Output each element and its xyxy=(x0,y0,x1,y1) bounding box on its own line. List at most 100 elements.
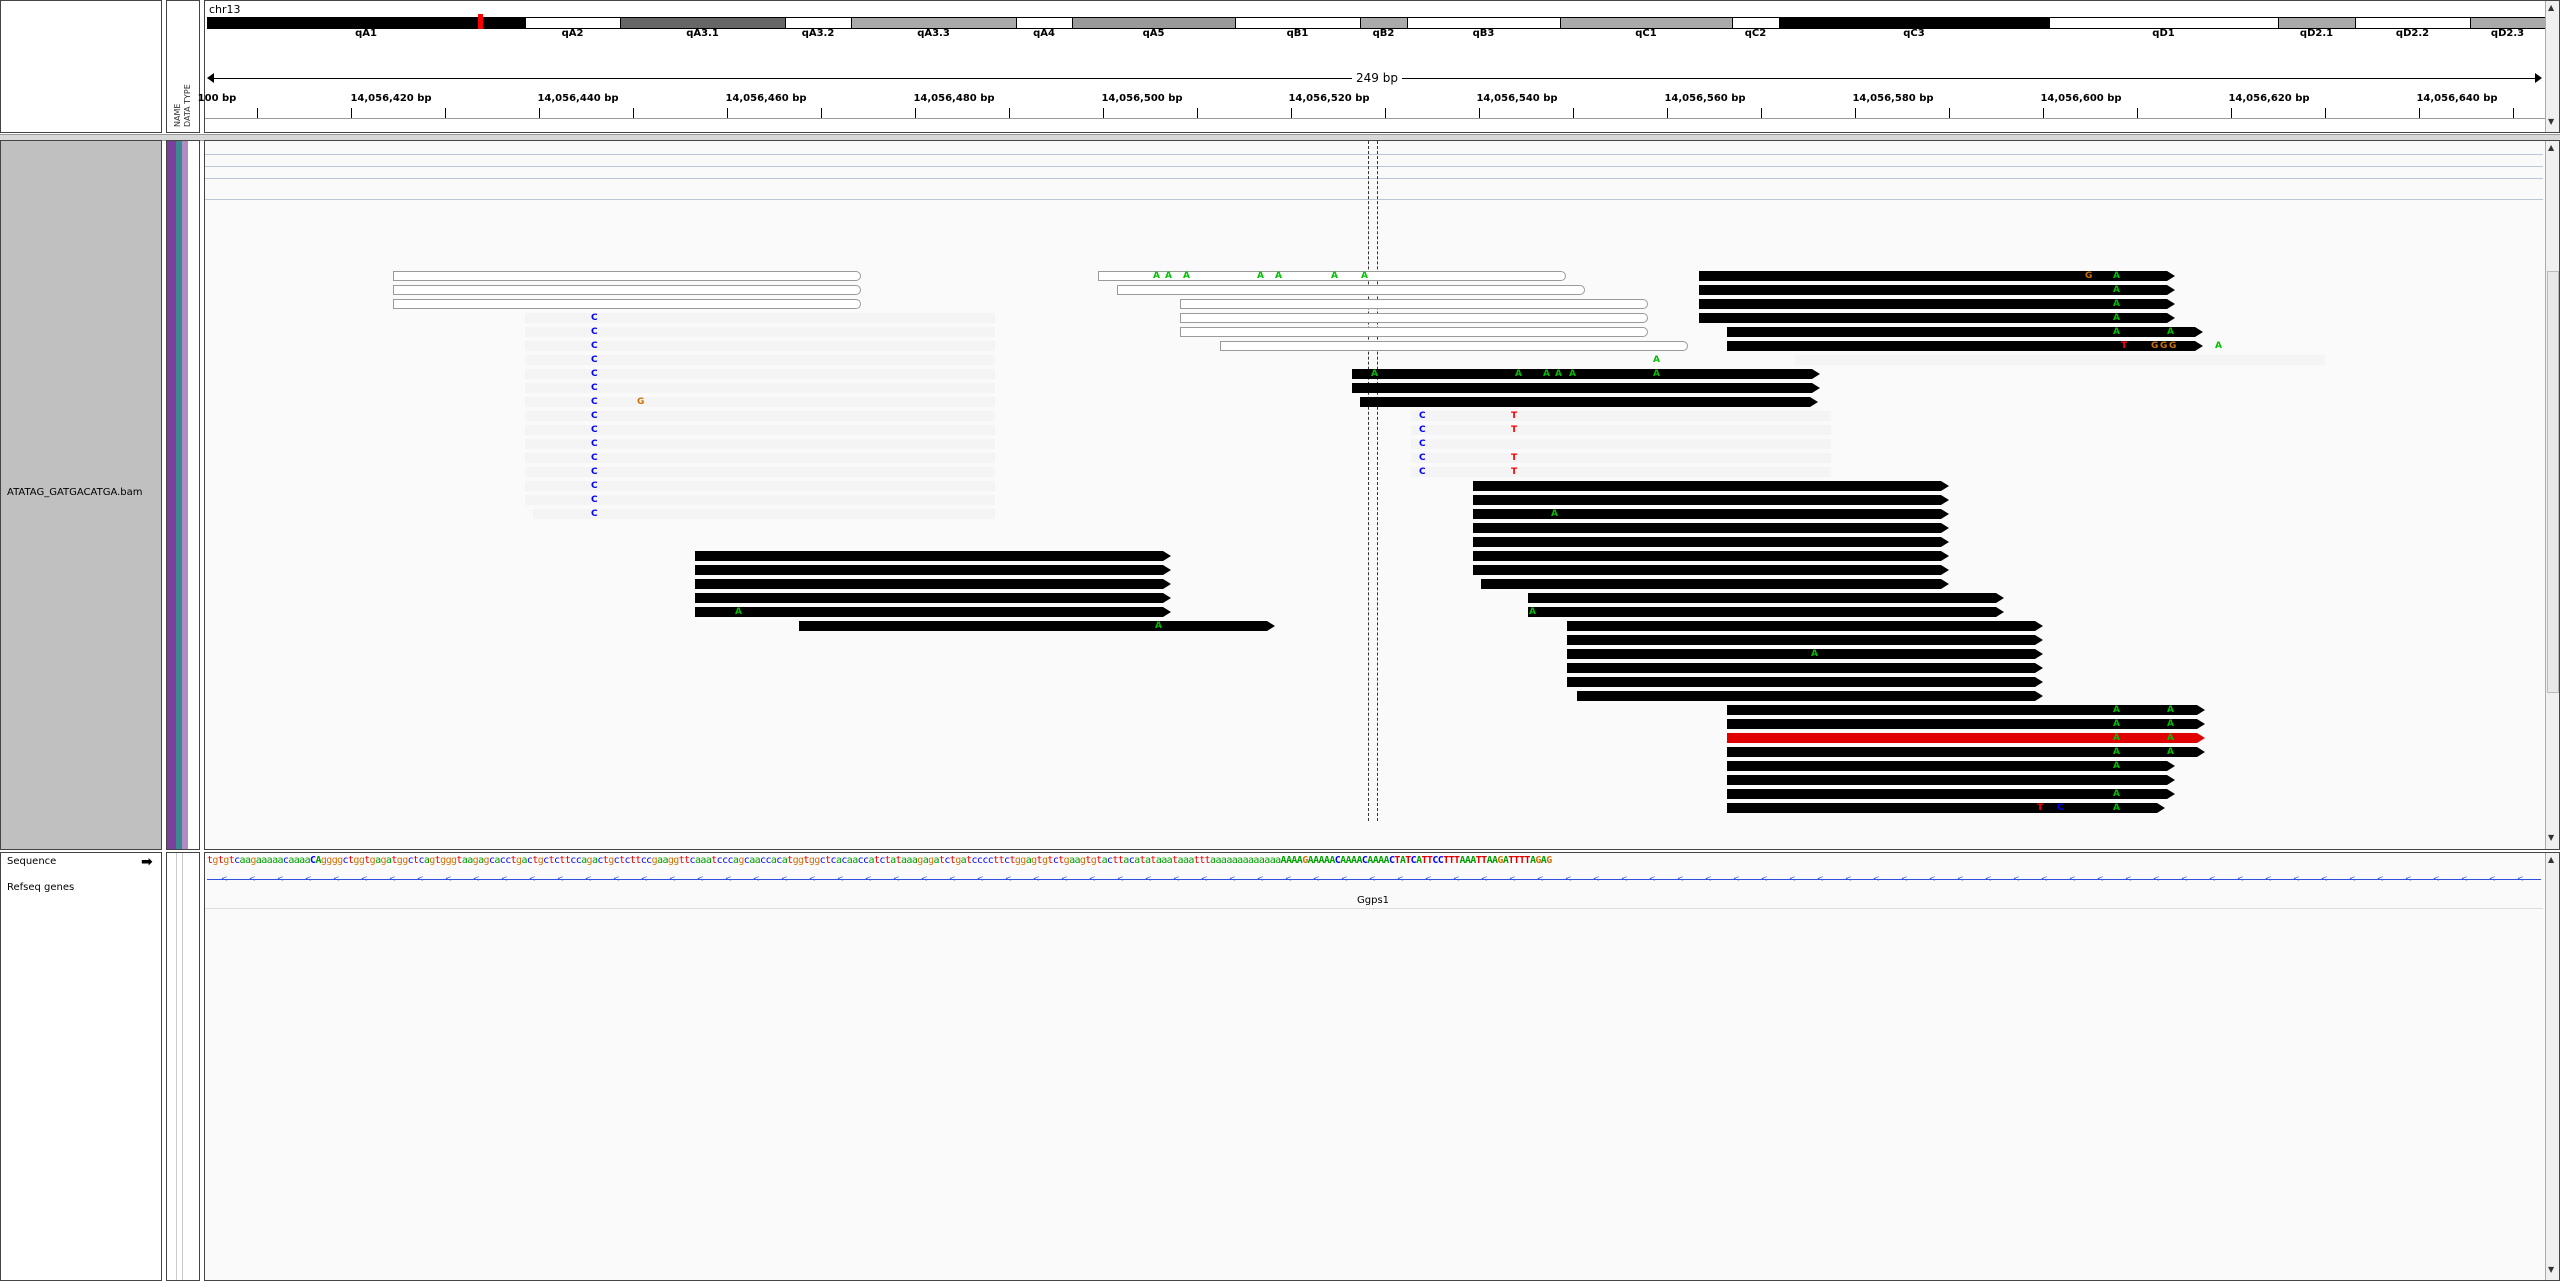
alignment-read[interactable] xyxy=(695,607,1171,617)
attribute-datatype-header[interactable]: DATA TYPE xyxy=(183,84,192,127)
cytoband-qD2.3[interactable] xyxy=(2471,18,2546,28)
gene-strand-arrow: < xyxy=(2461,874,2468,883)
alignment-read[interactable] xyxy=(1577,691,2043,701)
cytoband-qA3.3[interactable] xyxy=(852,18,1017,28)
alignment-read[interactable] xyxy=(1567,663,2043,673)
alignment-read[interactable] xyxy=(695,551,1171,561)
alignment-panel[interactable]: AAAAAAAGAAAAAATGGGAAAAAAAACCCCCCCCCCCCCC… xyxy=(204,140,2560,850)
alignment-read[interactable] xyxy=(393,299,861,309)
alignment-read[interactable] xyxy=(695,593,1171,603)
cytoband-label: qA2 xyxy=(561,28,584,39)
mismatch-base: A xyxy=(1331,271,1338,281)
alignment-read[interactable] xyxy=(1411,439,1831,449)
alignment-read[interactable] xyxy=(1411,453,1831,463)
alignment-read[interactable] xyxy=(1727,719,2205,729)
alignment-read[interactable] xyxy=(1180,313,1648,323)
alignment-read[interactable] xyxy=(1473,537,1949,547)
cytoband-qA3.1[interactable] xyxy=(621,18,786,28)
alignment-read[interactable] xyxy=(1481,579,1949,589)
alignment-read[interactable] xyxy=(1528,607,2004,617)
mismatch-base: A xyxy=(2167,719,2174,729)
gene-strand-arrow: < xyxy=(361,874,368,883)
mismatch-base: A xyxy=(1165,271,1172,281)
cytoband-qA3.2[interactable] xyxy=(786,18,852,28)
scroll-up-icon[interactable]: ▲ xyxy=(2548,143,2554,152)
header-scrollbar[interactable]: ▲ ▼ xyxy=(2545,1,2559,132)
cytoband-qD2.1[interactable] xyxy=(2279,18,2356,28)
alignment-read[interactable] xyxy=(799,621,1275,631)
alignment-read[interactable] xyxy=(1411,467,1831,477)
gene-strand-arrow: < xyxy=(1369,874,1376,883)
cytoband-qD1[interactable] xyxy=(2050,18,2279,28)
gene-strand-arrow: < xyxy=(1285,874,1292,883)
alignment-read[interactable] xyxy=(1727,789,2175,799)
scroll-down-icon[interactable]: ▼ xyxy=(2548,833,2554,842)
alignment-read[interactable] xyxy=(1411,425,1831,435)
sample-attribute-bar-3[interactable] xyxy=(182,141,188,849)
cytoband-qD2.2[interactable] xyxy=(2356,18,2471,28)
alignment-read[interactable] xyxy=(1727,705,2205,715)
alignment-read[interactable] xyxy=(1352,369,1820,379)
cytoband-label: qD2.2 xyxy=(2395,28,2430,39)
alignment-read[interactable] xyxy=(1727,775,2175,785)
alignment-read[interactable] xyxy=(1699,299,2175,309)
cytoband-qB2[interactable] xyxy=(1361,18,1408,28)
cytoband-qA2[interactable] xyxy=(526,18,621,28)
genes-track-name[interactable]: Refseq genes xyxy=(7,882,74,893)
alignment-read[interactable] xyxy=(1727,761,2175,771)
cytoband-qB3[interactable] xyxy=(1408,18,1561,28)
alignment-read[interactable] xyxy=(393,271,861,281)
alignment-read[interactable] xyxy=(1567,635,2043,645)
alignment-read[interactable] xyxy=(1699,313,2175,323)
cytoband-qC1[interactable] xyxy=(1561,18,1733,28)
alignment-read[interactable] xyxy=(1473,523,1949,533)
alignment-read[interactable] xyxy=(1727,747,2205,757)
scroll-down-icon[interactable]: ▼ xyxy=(2548,1265,2554,1274)
alignment-read[interactable] xyxy=(1567,677,2043,687)
cytoband-qA4[interactable] xyxy=(1017,18,1073,28)
alignment-read[interactable] xyxy=(695,565,1171,575)
sample-attribute-bar-1[interactable] xyxy=(167,141,176,849)
alignment-track-name[interactable]: ATATAG_GATGACATGA.bam xyxy=(7,487,143,498)
alignment-read[interactable] xyxy=(533,509,995,519)
alignment-read[interactable] xyxy=(1473,481,1949,491)
alignment-read[interactable] xyxy=(1699,271,2175,281)
scroll-up-icon[interactable]: ▲ xyxy=(2548,3,2554,12)
scroll-thumb[interactable] xyxy=(2547,271,2559,693)
alignment-read[interactable] xyxy=(1727,733,2205,743)
alignment-read[interactable] xyxy=(393,285,861,295)
alignment-read[interactable] xyxy=(1699,285,2175,295)
alignment-read[interactable] xyxy=(1473,495,1949,505)
alignment-read[interactable] xyxy=(1180,299,1648,309)
feature-panel[interactable]: < < < < < < < < < < < < < < < < < < < < < < < < < < < < < < < < < < < < < < < <… xyxy=(204,852,2560,1281)
gene-strand-arrow: < xyxy=(1117,874,1124,883)
sequence-track-name[interactable]: Sequence xyxy=(7,856,56,867)
alignment-read[interactable] xyxy=(1473,509,1949,519)
alignment-read[interactable] xyxy=(1528,593,2004,603)
alignment-read[interactable] xyxy=(1473,565,1949,575)
alignment-read[interactable] xyxy=(1473,551,1949,561)
alignment-read[interactable] xyxy=(1567,621,2043,631)
alignment-read[interactable] xyxy=(1360,397,1818,407)
alignment-read[interactable] xyxy=(1727,803,2165,813)
cytoband-qB1[interactable] xyxy=(1236,18,1361,28)
cytoband-qC2[interactable] xyxy=(1733,18,1780,28)
alignment-read[interactable] xyxy=(695,579,1171,589)
scroll-down-icon[interactable]: ▼ xyxy=(2548,117,2554,126)
feature-scrollbar[interactable]: ▲ ▼ xyxy=(2545,853,2559,1280)
cytoband-qC3[interactable] xyxy=(1780,18,2050,28)
alignment-read[interactable] xyxy=(1567,649,2043,659)
cytoband-qA5[interactable] xyxy=(1073,18,1236,28)
ruler-left-arrow xyxy=(207,73,214,83)
alignment-read[interactable] xyxy=(1727,327,2203,337)
alignment-read[interactable] xyxy=(1117,285,1585,295)
alignment-read[interactable] xyxy=(1180,327,1648,337)
alignment-read[interactable] xyxy=(1220,341,1688,351)
alignment-scrollbar[interactable]: ▲ ▼ xyxy=(2545,141,2559,849)
alignment-read[interactable] xyxy=(1352,383,1820,393)
attribute-name-header[interactable]: NAME xyxy=(173,104,182,127)
alignment-read[interactable] xyxy=(1795,355,2325,365)
strand-arrow-icon[interactable]: ➡ xyxy=(141,854,153,870)
scroll-up-icon[interactable]: ▲ xyxy=(2548,855,2554,864)
alignment-read[interactable] xyxy=(1411,411,1831,421)
